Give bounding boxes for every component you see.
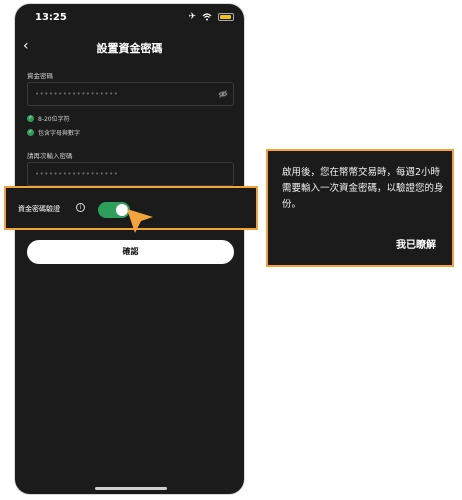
rule-length: ✓ 8-20位字符 <box>27 114 70 123</box>
check-icon: ✓ <box>27 115 34 122</box>
info-icon[interactable]: i <box>76 203 85 212</box>
rule-composition-text: 包含字母與數字 <box>38 130 81 137</box>
acknowledge-button[interactable]: 我已瞭解 <box>396 236 436 251</box>
pointer-arrow-icon <box>127 209 153 233</box>
password-label: 資金密碼 <box>27 72 53 80</box>
password-field[interactable]: •••••••••••••••••• <box>27 82 234 106</box>
status-bar: 13:25 ✈ <box>15 4 244 30</box>
airplane-icon: ✈ <box>188 12 196 22</box>
wifi-icon <box>202 13 212 21</box>
confirm-password-value: •••••••••••••••••• <box>35 170 119 178</box>
rule-composition: ✓ 包含字母與數字 <box>27 128 80 137</box>
confirm-password-label: 請再次輸入密碼 <box>27 152 73 160</box>
rule-length-text: 8-20位字符 <box>38 116 70 123</box>
info-tooltip: 啟用後，您在幣幣交易時，每週2小時需要輸入一次資金密碼，以驗證您的身份。 我已瞭… <box>266 149 454 267</box>
eye-off-icon[interactable] <box>218 89 228 99</box>
toggle-label: 資金密碼驗證 <box>18 205 60 213</box>
status-time: 13:25 <box>35 12 67 23</box>
home-indicator <box>95 487 167 490</box>
battery-icon <box>218 13 234 21</box>
page-title: 設置資金密碼 <box>96 42 163 55</box>
phone-screen: 13:25 ✈ ‹ 設置資金密碼 資金密碼 ••••••••••••••••••… <box>14 3 245 495</box>
nav-bar: ‹ 設置資金密碼 <box>15 36 244 62</box>
check-icon: ✓ <box>27 129 34 136</box>
confirm-button[interactable]: 確認 <box>27 240 234 264</box>
password-value: •••••••••••••••••• <box>35 90 119 98</box>
tooltip-message: 啟用後，您在幣幣交易時，每週2小時需要輸入一次資金密碼，以驗證您的身份。 <box>282 167 444 210</box>
confirm-password-field[interactable]: •••••••••••••••••• <box>27 162 234 186</box>
status-icons: ✈ <box>188 12 234 22</box>
